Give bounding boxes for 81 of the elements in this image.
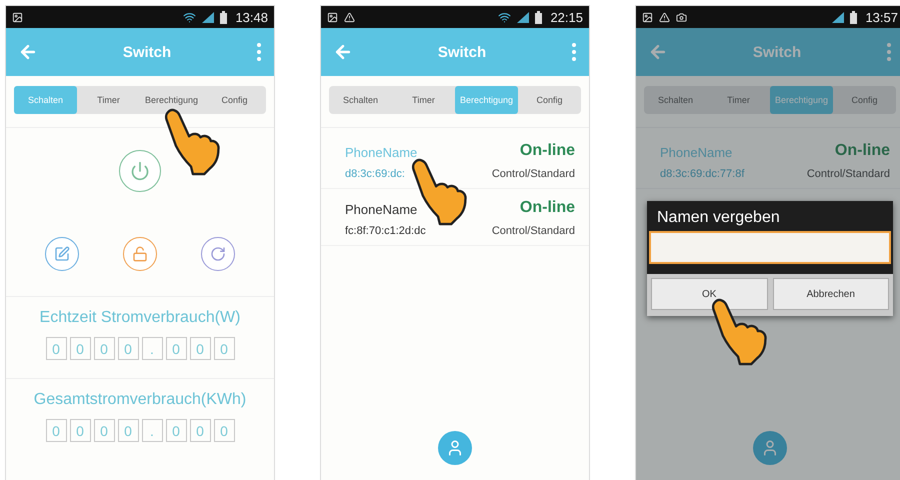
device-role: Control/Standard <box>492 225 575 237</box>
status-time: 22:15 <box>550 10 583 24</box>
more-menu-icon[interactable] <box>886 43 892 61</box>
unlocked-padlock-icon <box>132 246 148 262</box>
edit-button[interactable] <box>45 237 79 271</box>
device-row[interactable]: PhoneName On-line fc:8f:70:c1:2d:dc Control/Standard <box>321 189 589 246</box>
device-name: PhoneName <box>345 145 418 160</box>
tab[interactable]: Schalten <box>329 86 392 114</box>
device-mac: d8:3c:69:dc:77:8f <box>660 168 746 180</box>
device-mac: d8:3c:69:dc: <box>345 168 406 180</box>
tab[interactable]: Config <box>203 86 266 114</box>
digit-cell: 0 <box>190 337 210 360</box>
user-button[interactable] <box>438 431 472 465</box>
device-status: On-line <box>834 142 890 160</box>
dialog-button[interactable]: OK <box>651 278 768 310</box>
meter-label: Gesamtstromverbrauch(KWh) <box>34 391 246 409</box>
digit-cell: 0 <box>166 419 186 442</box>
image-icon <box>327 12 338 22</box>
digit-cell: 0 <box>190 419 210 442</box>
device-status: On-line <box>518 142 575 160</box>
unlock-button[interactable] <box>123 237 157 271</box>
digit-cell: 0 <box>94 337 114 360</box>
tab[interactable]: Schalten <box>644 86 707 114</box>
device-status: On-line <box>518 199 575 217</box>
tab[interactable]: Timer <box>707 86 770 114</box>
digit-cell: 0 <box>70 419 90 442</box>
device-mac: fc:8f:70:c1:2d:dc <box>345 225 427 237</box>
digit-cell: . <box>142 337 162 360</box>
power-button[interactable] <box>119 150 161 192</box>
battery-icon <box>850 10 858 24</box>
refresh-icon <box>210 246 226 262</box>
user-icon <box>761 439 779 457</box>
back-arrow-icon[interactable] <box>333 42 353 62</box>
tab[interactable]: Berechtigung <box>140 86 203 114</box>
device-role: Control/Standard <box>492 168 575 180</box>
back-arrow-icon[interactable] <box>648 42 668 62</box>
back-arrow-icon[interactable] <box>18 42 38 62</box>
digit-cell: 0 <box>46 337 66 360</box>
device-name: PhoneName <box>345 202 418 217</box>
digit-cell: 0 <box>118 337 138 360</box>
edit-icon <box>54 246 70 262</box>
digit-cell: 0 <box>46 419 66 442</box>
digit-cell: 0 <box>118 419 138 442</box>
refresh-button[interactable] <box>201 237 235 271</box>
more-menu-icon[interactable] <box>571 43 577 61</box>
dialog-title: Namen vergeben <box>656 208 781 228</box>
tab[interactable]: Timer <box>77 86 140 114</box>
warning-icon <box>659 12 670 22</box>
dialog-button[interactable]: Abbrechen <box>772 278 889 310</box>
user-icon <box>446 439 464 457</box>
signal-icon <box>832 12 844 22</box>
signal-icon <box>517 12 530 22</box>
tab[interactable]: Timer <box>392 86 455 114</box>
device-role: Control/Standard <box>806 168 890 180</box>
device-row[interactable]: PhoneName On-line d8:3c:69:dc:77:8f Control/Standard <box>636 132 900 189</box>
status-time: 13:57 <box>865 10 898 24</box>
image-icon <box>642 12 653 22</box>
more-menu-icon[interactable] <box>256 43 262 61</box>
digit-cell: . <box>142 419 162 442</box>
signal-icon <box>202 12 214 22</box>
battery-icon <box>535 10 542 24</box>
status-time: 13:48 <box>235 10 268 24</box>
camera-icon <box>676 12 687 22</box>
app-title: Switch <box>122 44 172 60</box>
warning-icon <box>344 12 355 22</box>
name-input-field[interactable] <box>649 231 891 264</box>
app-title: Switch <box>752 44 802 60</box>
digit-cell: 0 <box>94 419 114 442</box>
power-icon <box>130 161 150 181</box>
meter-label: Echtzeit Stromverbrauch(W) <box>40 309 240 327</box>
tab[interactable]: Config <box>833 86 896 114</box>
battery-icon <box>220 10 228 24</box>
app-title: Switch <box>436 44 488 60</box>
digit-cell: 0 <box>214 337 234 360</box>
digit-cell: 0 <box>70 337 90 360</box>
image-icon <box>12 12 23 22</box>
device-name: PhoneName <box>660 145 734 160</box>
digit-cell: 0 <box>214 419 234 442</box>
user-button[interactable] <box>753 431 787 465</box>
digit-cell: 0 <box>166 337 186 360</box>
tab[interactable]: Config <box>518 86 581 114</box>
